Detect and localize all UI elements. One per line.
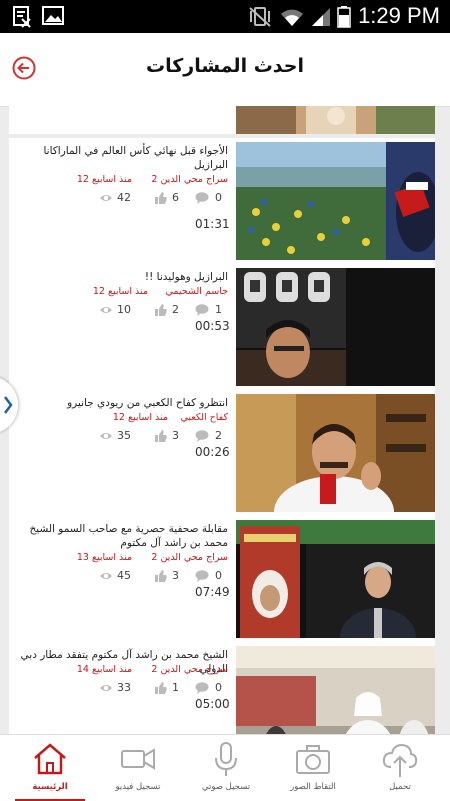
comment-bubble-icon[interactable] bbox=[195, 304, 209, 316]
post-author[interactable]: سراج محي الدين 2 bbox=[151, 552, 228, 563]
tab-audio-record[interactable]: تسجيل صوتي bbox=[181, 735, 271, 801]
comments-count: 0 bbox=[215, 681, 222, 694]
video-duration: 05:00 bbox=[195, 697, 230, 711]
views-count: 45 bbox=[117, 569, 131, 582]
views-eye-icon bbox=[100, 433, 112, 439]
likes-count: 2 bbox=[172, 303, 179, 316]
views-count: 33 bbox=[117, 681, 131, 694]
notification-image-icon bbox=[42, 6, 64, 25]
post-title[interactable]: انتظرو كفاح الكعبي من ريودي جانيرو bbox=[13, 396, 228, 410]
views-count: 10 bbox=[117, 303, 131, 316]
post-age: منذ اسابيع 13 bbox=[76, 552, 132, 563]
like-thumb-icon[interactable] bbox=[154, 192, 167, 204]
post-card[interactable]: الأجواء قبل نهائي كأس العالم في الماراكا… bbox=[9, 138, 435, 264]
post-info: مقابلة صحفية حصرية مع صاحب السمو الشيخ م… bbox=[9, 516, 236, 642]
battery-icon bbox=[337, 6, 351, 28]
views-eye-icon bbox=[100, 685, 112, 691]
post-thumbnail[interactable] bbox=[236, 394, 435, 512]
like-thumb-icon[interactable] bbox=[154, 304, 167, 316]
tab-upload[interactable]: تحميل bbox=[355, 735, 445, 801]
tab-label: تحميل bbox=[389, 782, 411, 792]
post-card[interactable]: مقابلة صحفية حصرية مع صاحب السمو الشيخ م… bbox=[9, 516, 435, 642]
wifi-icon bbox=[281, 9, 303, 26]
post-thumbnail[interactable] bbox=[236, 106, 435, 134]
likes-count: 1 bbox=[172, 681, 179, 694]
views-eye-icon bbox=[100, 307, 112, 313]
post-stats: 42 6 0 bbox=[9, 191, 236, 207]
comment-bubble-icon[interactable] bbox=[195, 682, 209, 694]
video-duration: 00:26 bbox=[195, 445, 230, 459]
views-count: 42 bbox=[117, 191, 131, 204]
comments-count: 0 bbox=[215, 569, 222, 582]
comment-bubble-icon[interactable] bbox=[195, 430, 209, 442]
tab-home[interactable]: الرئيسية bbox=[5, 735, 95, 801]
likes-count: 6 bbox=[172, 191, 179, 204]
likes-count: 3 bbox=[172, 569, 179, 582]
comments-count: 0 bbox=[215, 191, 222, 204]
tab-label: الرئيسية bbox=[32, 782, 68, 792]
post-author[interactable]: سراج محي الدين 2 bbox=[151, 664, 228, 675]
post-age: منذ اسابيع 12 bbox=[92, 286, 148, 297]
post-info: انتظرو كفاح الكعبي من ريودي جانيرو كفاح … bbox=[9, 390, 236, 516]
post-thumbnail[interactable] bbox=[236, 142, 435, 260]
post-card-partial[interactable] bbox=[9, 106, 435, 134]
post-author[interactable]: جاسم الشحيمي bbox=[166, 286, 229, 297]
post-stats: 10 2 1 bbox=[9, 303, 236, 319]
microphone-icon bbox=[215, 742, 237, 776]
chevron-right-icon bbox=[4, 396, 13, 414]
status-bar: 1:29 PM bbox=[0, 0, 450, 33]
comment-bubble-icon[interactable] bbox=[195, 192, 209, 204]
bottom-tab-bar: الرئيسية تسجيل فيديو تسجيل صوتي التقاط ا… bbox=[0, 734, 450, 801]
home-icon bbox=[34, 743, 66, 775]
post-info: البرازيل وهوليدنا !! جاسم الشحيمي منذ اس… bbox=[9, 264, 236, 390]
post-card[interactable]: البرازيل وهوليدنا !! جاسم الشحيمي منذ اس… bbox=[9, 264, 435, 390]
post-stats: 45 3 0 bbox=[9, 569, 236, 585]
post-age: منذ اسابيع 12 bbox=[112, 412, 168, 423]
views-eye-icon bbox=[100, 195, 112, 201]
vibrate-mute-icon bbox=[249, 7, 271, 27]
signal-icon bbox=[312, 8, 330, 26]
tab-photo-capture[interactable]: التقاط الصور bbox=[268, 735, 358, 801]
tab-label: التقاط الصور bbox=[290, 782, 336, 792]
camera-icon bbox=[296, 745, 330, 774]
likes-count: 3 bbox=[172, 429, 179, 442]
comment-bubble-icon[interactable] bbox=[195, 570, 209, 582]
post-thumbnail[interactable] bbox=[236, 520, 435, 638]
video-duration: 01:31 bbox=[195, 217, 230, 231]
tab-video-record[interactable]: تسجيل فيديو bbox=[93, 735, 183, 801]
views-eye-icon bbox=[100, 573, 112, 579]
comments-count: 2 bbox=[215, 429, 222, 442]
post-age: منذ اسابيع 14 bbox=[76, 664, 132, 675]
post-title[interactable]: البرازيل وهوليدنا !! bbox=[13, 270, 228, 284]
clock: 1:29 PM bbox=[358, 3, 440, 28]
post-thumbnail[interactable] bbox=[236, 268, 435, 386]
post-info: الشيخ محمد بن راشد آل مكتوم يتفقد مطار د… bbox=[9, 642, 236, 734]
cloud-upload-icon bbox=[382, 743, 418, 777]
video-duration: 00:53 bbox=[195, 319, 230, 333]
views-count: 35 bbox=[117, 429, 131, 442]
post-author[interactable]: كفاح الكعبي bbox=[180, 412, 228, 423]
post-card[interactable]: انتظرو كفاح الكعبي من ريودي جانيرو كفاح … bbox=[9, 390, 435, 516]
app-header: احدث المشاركات bbox=[0, 33, 450, 107]
post-stats: 33 1 0 bbox=[9, 681, 236, 697]
post-thumbnail[interactable] bbox=[236, 646, 435, 734]
post-info: الأجواء قبل نهائي كأس العالم في الماراكا… bbox=[9, 138, 236, 264]
like-thumb-icon[interactable] bbox=[154, 682, 167, 694]
tab-label: تسجيل صوتي bbox=[201, 782, 251, 792]
post-card[interactable]: الشيخ محمد بن راشد آل مكتوم يتفقد مطار د… bbox=[9, 642, 435, 734]
post-title[interactable]: مقابلة صحفية حصرية مع صاحب السمو الشيخ م… bbox=[13, 522, 228, 550]
post-age: منذ اسابيع 12 bbox=[76, 174, 132, 185]
comments-count: 1 bbox=[215, 303, 222, 316]
notification-document-icon bbox=[13, 6, 31, 28]
like-thumb-icon[interactable] bbox=[154, 570, 167, 582]
video-camera-icon bbox=[121, 748, 155, 770]
page-title: احدث المشاركات bbox=[146, 55, 304, 77]
posts-feed[interactable]: الأجواء قبل نهائي كأس العالم في الماراكا… bbox=[0, 106, 450, 734]
post-title[interactable]: الأجواء قبل نهائي كأس العالم في الماراكا… bbox=[13, 144, 228, 172]
post-author[interactable]: سراج محي الدين 2 bbox=[151, 174, 228, 185]
video-duration: 07:49 bbox=[195, 585, 230, 599]
post-stats: 35 3 2 bbox=[9, 429, 236, 445]
like-thumb-icon[interactable] bbox=[154, 430, 167, 442]
tab-label: تسجيل فيديو bbox=[115, 782, 161, 792]
